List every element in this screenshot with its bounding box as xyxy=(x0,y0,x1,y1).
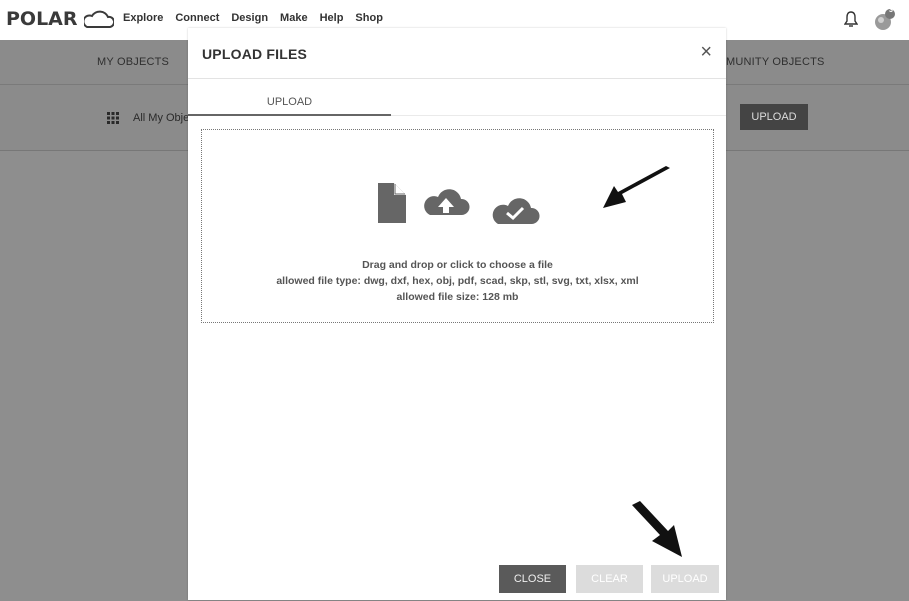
grid-view-icon[interactable] xyxy=(107,112,119,124)
dropzone-icons xyxy=(378,183,540,224)
cloud-logo-icon xyxy=(83,10,114,28)
nav-design[interactable]: Design xyxy=(231,12,268,24)
main-nav: Explore Connect Design Make Help Shop xyxy=(123,12,395,24)
file-dropzone[interactable]: Drag and drop or click to choose a file … xyxy=(201,129,714,323)
tab-upload[interactable]: UPLOAD xyxy=(188,88,391,116)
annotation-arrow-icon xyxy=(632,501,682,557)
bell-icon[interactable] xyxy=(844,11,858,28)
clear-button[interactable]: CLEAR xyxy=(576,565,643,593)
dropzone-line-1: Drag and drop or click to choose a file xyxy=(362,259,553,271)
upload-button[interactable]: UPLOAD xyxy=(651,565,719,593)
cloud-upload-icon xyxy=(424,189,470,215)
filter-dropdown[interactable]: All My Obje xyxy=(133,112,189,124)
background-upload-button[interactable]: UPLOAD xyxy=(740,104,808,130)
divider xyxy=(188,78,726,79)
tab-community-objects[interactable]: MUNITY OBJECTS xyxy=(726,56,825,68)
close-icon[interactable]: × xyxy=(700,42,712,62)
tab-my-objects[interactable]: MY OBJECTS xyxy=(97,56,169,68)
active-tab-indicator xyxy=(188,114,391,116)
nav-explore[interactable]: Explore xyxy=(123,12,163,24)
nav-shop[interactable]: Shop xyxy=(355,12,383,24)
allowed-file-types: allowed file type: dwg, dxf, hex, obj, p… xyxy=(276,275,639,287)
upload-files-modal: UPLOAD FILES × UPLOAD Drag and drop or c… xyxy=(188,28,726,600)
polar-logo[interactable]: POLAR xyxy=(6,6,114,32)
annotation-arrow-icon xyxy=(603,166,670,208)
file-icon xyxy=(378,183,406,223)
dropzone-instructions: Drag and drop or click to choose a file … xyxy=(202,257,713,305)
notification-badge: 3 xyxy=(889,7,893,14)
nav-help[interactable]: Help xyxy=(320,12,344,24)
nav-connect[interactable]: Connect xyxy=(175,12,219,24)
close-button[interactable]: CLOSE xyxy=(499,565,566,593)
tab-divider xyxy=(391,115,726,116)
nav-make[interactable]: Make xyxy=(280,12,308,24)
cloud-check-icon xyxy=(492,198,540,224)
user-avatar[interactable]: 3 xyxy=(872,7,896,32)
allowed-file-size: allowed file size: 128 mb xyxy=(396,291,519,303)
brand-name: POLAR xyxy=(6,8,78,30)
modal-title: UPLOAD FILES xyxy=(202,46,308,62)
